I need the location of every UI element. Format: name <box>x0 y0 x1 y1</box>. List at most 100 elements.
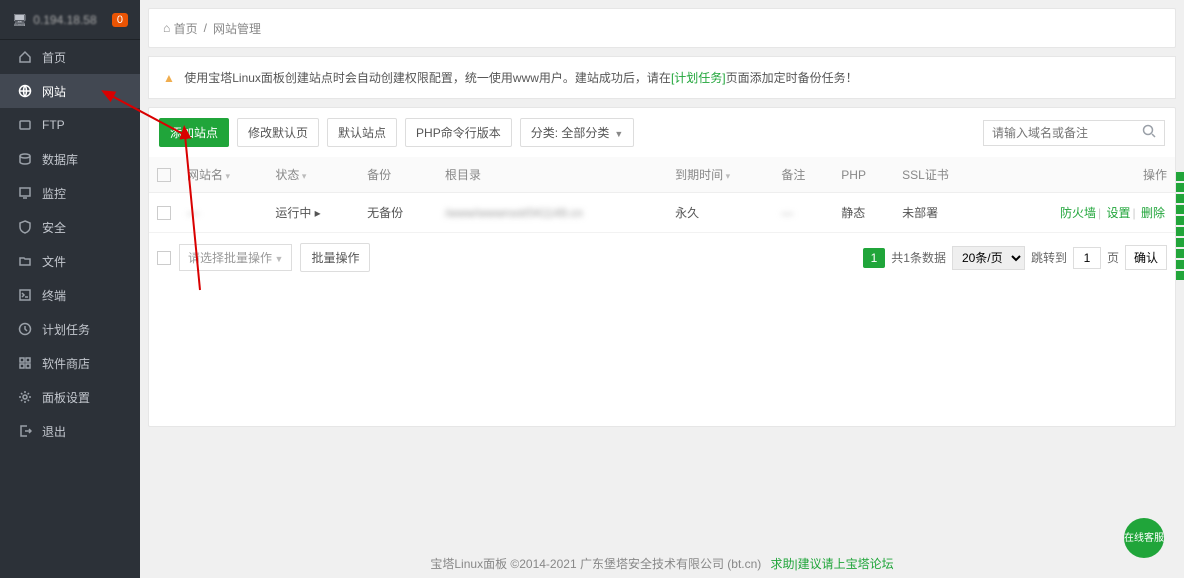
php-cli-button[interactable]: PHP命令行版本 <box>405 118 512 147</box>
sidebar-item-label: 监控 <box>42 185 66 202</box>
cell-actions: 防火墙| 设置| 删除 <box>988 193 1175 233</box>
col-status[interactable]: 状态 <box>267 157 359 193</box>
cell-php[interactable]: 静态 <box>833 193 894 233</box>
firewall-link[interactable]: 防火墙 <box>1060 206 1096 220</box>
col-sitename[interactable]: 网站名 <box>179 157 267 193</box>
col-root: 根目录 <box>437 157 667 193</box>
current-page: 1 <box>863 248 886 268</box>
clock-icon <box>18 322 32 336</box>
main: ⌂ 首页 / 网站管理 ▲ 使用宝塔Linux面板创建站点时会自动创建权限配置，… <box>140 0 1184 578</box>
batch-button[interactable]: 批量操作 <box>300 243 370 272</box>
toolbar: 添加站点 修改默认页 默认站点 PHP命令行版本 分类: 全部分类 <box>149 108 1175 147</box>
col-ssl: SSL证书 <box>894 157 988 193</box>
sidebar-item-label: 网站 <box>42 83 66 100</box>
page-size-select[interactable]: 20条/页 <box>952 246 1025 270</box>
sidebar-item-8[interactable]: 计划任务 <box>0 312 140 346</box>
category-select[interactable]: 分类: 全部分类 <box>520 118 635 147</box>
logout-icon <box>18 424 32 438</box>
row-checkbox[interactable] <box>157 206 171 220</box>
cell-status[interactable]: 运行中 ▸ <box>267 193 359 233</box>
footer: 宝塔Linux面板 ©2014-2021 广东堡塔安全技术有限公司 (bt.cn… <box>140 555 1184 572</box>
search-icon <box>1142 124 1156 138</box>
sidebar-item-4[interactable]: 监控 <box>0 176 140 210</box>
search-button[interactable] <box>1134 121 1164 145</box>
sidebar-item-11[interactable]: 退出 <box>0 414 140 448</box>
breadcrumb-home[interactable]: 首页 <box>174 20 198 37</box>
sidebar-item-label: 安全 <box>42 219 66 236</box>
gear-icon <box>18 390 32 404</box>
total-count: 共1条数据 <box>891 249 946 266</box>
sidebar-item-label: 计划任务 <box>42 321 90 338</box>
sidebar-item-9[interactable]: 软件商店 <box>0 346 140 380</box>
cell-expire[interactable]: 永久 <box>667 193 773 233</box>
jump-label: 跳转到 <box>1031 249 1067 266</box>
sidebar: 🖥 0.194.18.58 0 首页网站 FTP 数据库监控安全文件终端计划任务软件… <box>0 0 140 578</box>
cell-backup[interactable]: 无备份 <box>359 193 437 233</box>
online-service-button[interactable]: 在线客服 <box>1124 518 1164 558</box>
sidebar-item-10[interactable]: 面板设置 <box>0 380 140 414</box>
sidebar-item-label: 软件商店 <box>42 355 90 372</box>
col-expire[interactable]: 到期时间 <box>667 157 773 193</box>
settings-link[interactable]: 设置 <box>1107 206 1131 220</box>
search-box <box>983 120 1165 146</box>
col-action: 操作 <box>988 157 1175 193</box>
batch-checkbox[interactable] <box>157 251 171 265</box>
cell-remark[interactable]: — <box>781 206 793 220</box>
table-header-row: 网站名 状态 备份 根目录 到期时间 备注 PHP SSL证书 操作 <box>149 157 1175 193</box>
modify-default-button[interactable]: 修改默认页 <box>237 118 319 147</box>
sidebar-item-label: FTP <box>42 118 65 132</box>
batch-select[interactable]: 请选择批量操作 <box>179 244 292 271</box>
scroll-indicator <box>1176 170 1184 280</box>
pager: 1 共1条数据 20条/页 跳转到 页 确认 <box>863 245 1167 270</box>
sidebar-item-2[interactable]: FTP <box>0 108 140 142</box>
default-site-button[interactable]: 默认站点 <box>327 118 397 147</box>
sidebar-item-label: 首页 <box>42 49 66 66</box>
jump-input[interactable] <box>1073 247 1101 269</box>
sidebar-item-7[interactable]: 终端 <box>0 278 140 312</box>
sidebar-item-5[interactable]: 安全 <box>0 210 140 244</box>
page-unit: 页 <box>1107 249 1119 266</box>
monitor-icon <box>18 186 32 200</box>
col-backup: 备份 <box>359 157 437 193</box>
sidebar-item-1[interactable]: 网站 <box>0 74 140 108</box>
breadcrumb: ⌂ 首页 / 网站管理 <box>148 8 1176 48</box>
sidebar-item-label: 数据库 <box>42 151 78 168</box>
cell-ssl[interactable]: 未部署 <box>894 193 988 233</box>
notice-link[interactable]: [计划任务] <box>671 71 726 85</box>
notice-text-2: 页面添加定时备份任务！ <box>726 71 858 85</box>
message-badge[interactable]: 0 <box>112 13 128 27</box>
ftp-icon <box>18 118 32 132</box>
breadcrumb-current: 网站管理 <box>213 20 261 37</box>
select-all-checkbox[interactable] <box>157 168 171 182</box>
database-icon <box>18 152 32 166</box>
sidebar-item-label: 终端 <box>42 287 66 304</box>
sidebar-header: 🖥 0.194.18.58 0 <box>0 0 140 40</box>
warning-icon: ▲ <box>163 71 175 85</box>
table-row: — 运行中 ▸ 无备份 /www/wwwroot/041149.cn 永久 — … <box>149 193 1175 233</box>
server-ip: 0.194.18.58 <box>33 13 112 27</box>
delete-link[interactable]: 删除 <box>1141 206 1165 220</box>
footer-link[interactable]: 求助|建议请上宝塔论坛 <box>770 557 893 571</box>
sidebar-item-label: 退出 <box>42 423 66 440</box>
search-input[interactable] <box>984 121 1134 145</box>
cell-root[interactable]: /www/wwwroot/041149.cn <box>445 206 583 220</box>
grid-icon <box>18 356 32 370</box>
sidebar-item-label: 文件 <box>42 253 66 270</box>
cell-sitename[interactable]: — <box>187 206 199 220</box>
jump-confirm-button[interactable]: 确认 <box>1125 245 1167 270</box>
shield-icon <box>18 220 32 234</box>
globe-icon <box>18 84 32 98</box>
add-site-button[interactable]: 添加站点 <box>159 118 229 147</box>
home-icon: ⌂ <box>163 21 170 35</box>
notice-text-1: 使用宝塔Linux面板创建站点时会自动创建权限配置，统一使用www用户。建站成功… <box>184 71 671 85</box>
batch-row: 请选择批量操作 批量操作 1 共1条数据 20条/页 跳转到 页 确认 <box>149 233 1175 282</box>
folder-icon <box>18 254 32 268</box>
sidebar-item-3[interactable]: 数据库 <box>0 142 140 176</box>
sidebar-item-0[interactable]: 首页 <box>0 40 140 74</box>
col-remark: 备注 <box>773 157 833 193</box>
col-php: PHP <box>833 157 894 193</box>
sidebar-item-6[interactable]: 文件 <box>0 244 140 278</box>
notice-bar: ▲ 使用宝塔Linux面板创建站点时会自动创建权限配置，统一使用www用户。建站… <box>148 56 1176 99</box>
monitor-small-icon: 🖥 <box>12 13 27 27</box>
sidebar-item-label: 面板设置 <box>42 389 90 406</box>
